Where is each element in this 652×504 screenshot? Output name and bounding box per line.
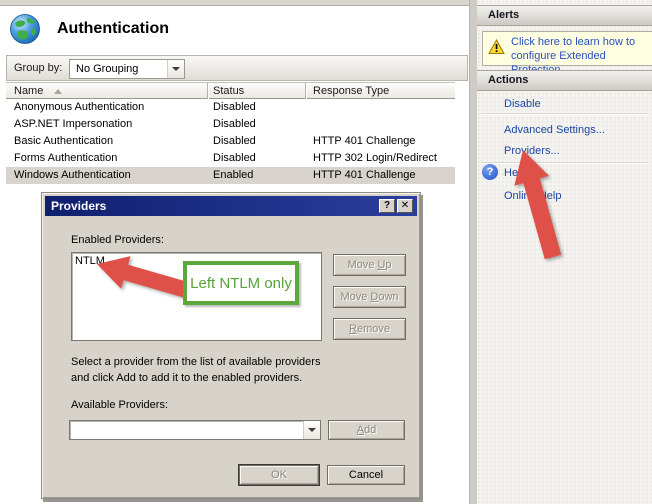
instruction-line: and click Add to add it to the enabled p… <box>71 372 303 384</box>
auth-response-type: HTTP 302 Login/Redirect <box>313 152 437 164</box>
dialog-titlebar[interactable]: Providers ? ✕ <box>45 196 417 216</box>
warning-icon <box>488 39 505 54</box>
table-row[interactable]: Anonymous Authentication Disabled <box>6 99 455 116</box>
auth-name: Anonymous Authentication <box>14 101 145 113</box>
dialog-help-button[interactable]: ? <box>379 199 395 213</box>
ok-button[interactable]: OK <box>239 465 319 485</box>
alert-link-line: Click here to learn how to <box>511 36 636 48</box>
auth-name: ASP.NET Impersonation <box>14 118 133 130</box>
auth-name: Basic Authentication <box>14 135 114 147</box>
table-header: Name Status Response Type <box>6 82 455 99</box>
auth-name: Forms Authentication <box>14 152 118 164</box>
provider-item-ntlm[interactable]: NTLM <box>75 255 105 267</box>
auth-response-type: HTTP 401 Challenge <box>313 169 416 181</box>
actions-pane: Alerts Click here to learn how to config… <box>477 0 652 504</box>
sort-ascending-icon <box>54 89 62 94</box>
separator <box>481 162 648 163</box>
move-down-button[interactable]: Move Down <box>333 286 406 308</box>
remove-button[interactable]: Remove <box>333 318 406 340</box>
button-label: emove <box>356 323 390 335</box>
close-icon[interactable]: ✕ <box>397 199 413 213</box>
column-divider[interactable] <box>305 83 306 99</box>
actions-header: Actions <box>477 70 652 91</box>
button-label: Move <box>347 259 378 271</box>
auth-status: Disabled <box>213 152 256 164</box>
table-row[interactable]: ASP.NET Impersonation Disabled <box>6 116 455 133</box>
group-by-toolbar: Group by: No Grouping <box>6 55 468 81</box>
group-by-label: Group by: <box>14 62 63 74</box>
button-label: A <box>356 424 365 436</box>
column-header-response-type[interactable]: Response Type <box>313 85 389 97</box>
auth-status: Disabled <box>213 118 256 130</box>
table-row[interactable]: Forms Authentication Disabled HTTP 302 L… <box>6 150 455 167</box>
iis-authentication-screen: Authentication Group by: No Grouping Nam… <box>0 0 652 504</box>
help-icon: ? <box>482 164 498 180</box>
table-row-selected[interactable]: Windows Authentication Enabled HTTP 401 … <box>6 167 455 184</box>
auth-status: Disabled <box>213 101 256 113</box>
alerts-header-label: Alerts <box>488 9 520 21</box>
action-link-online-help[interactable]: Online Help <box>504 190 561 202</box>
enabled-providers-label: Enabled Providers: <box>71 234 164 246</box>
add-button[interactable]: Add <box>328 420 405 440</box>
annotation-note: Left NTLM only <box>183 261 299 305</box>
action-link-providers[interactable]: Providers... <box>504 145 560 157</box>
page-title: Authentication <box>57 20 169 37</box>
chevron-down-icon <box>172 67 180 71</box>
available-providers-dropdown[interactable] <box>69 420 321 440</box>
auth-response-type: HTTP 401 Challenge <box>313 135 416 147</box>
column-divider[interactable] <box>207 83 208 99</box>
column-header-status[interactable]: Status <box>213 85 244 97</box>
group-by-value: No Grouping <box>76 63 139 75</box>
available-providers-label: Available Providers: <box>71 399 169 411</box>
chevron-down-icon <box>308 428 316 432</box>
alerts-header: Alerts <box>477 5 652 26</box>
alert-box[interactable]: Click here to learn how to configure Ext… <box>482 31 652 76</box>
button-label: dd <box>364 424 377 436</box>
column-header-name[interactable]: Name <box>14 85 43 97</box>
auth-status: Enabled <box>213 169 254 181</box>
auth-status: Disabled <box>213 135 256 147</box>
cancel-button[interactable]: Cancel <box>327 465 405 485</box>
providers-dialog: Providers ? ✕ Enabled Providers: NTLM Mo… <box>41 192 421 499</box>
action-link-help[interactable]: Help <box>504 167 527 179</box>
button-label: Move <box>340 291 371 303</box>
dropdown-button[interactable] <box>167 60 184 78</box>
annotation-text: Left NTLM only <box>190 274 292 292</box>
dialog-title: Providers <box>51 199 107 213</box>
action-link-advanced-settings[interactable]: Advanced Settings... <box>504 124 605 136</box>
group-by-dropdown[interactable]: No Grouping <box>69 59 185 79</box>
button-label: p <box>385 259 392 271</box>
action-link-disable[interactable]: Disable <box>504 98 541 110</box>
move-up-button[interactable]: Move Up <box>333 254 406 276</box>
dropdown-button[interactable] <box>303 421 320 439</box>
auth-name: Windows Authentication <box>14 169 131 181</box>
table-row[interactable]: Basic Authentication Disabled HTTP 401 C… <box>6 133 455 150</box>
dialog-instruction: Select a provider from the list of avail… <box>71 354 391 386</box>
button-label: R <box>349 323 357 335</box>
button-label: own <box>378 291 399 303</box>
actions-header-label: Actions <box>488 74 529 86</box>
instruction-line: Select a provider from the list of avail… <box>71 356 321 368</box>
separator <box>481 113 648 114</box>
globe-icon <box>10 14 40 44</box>
